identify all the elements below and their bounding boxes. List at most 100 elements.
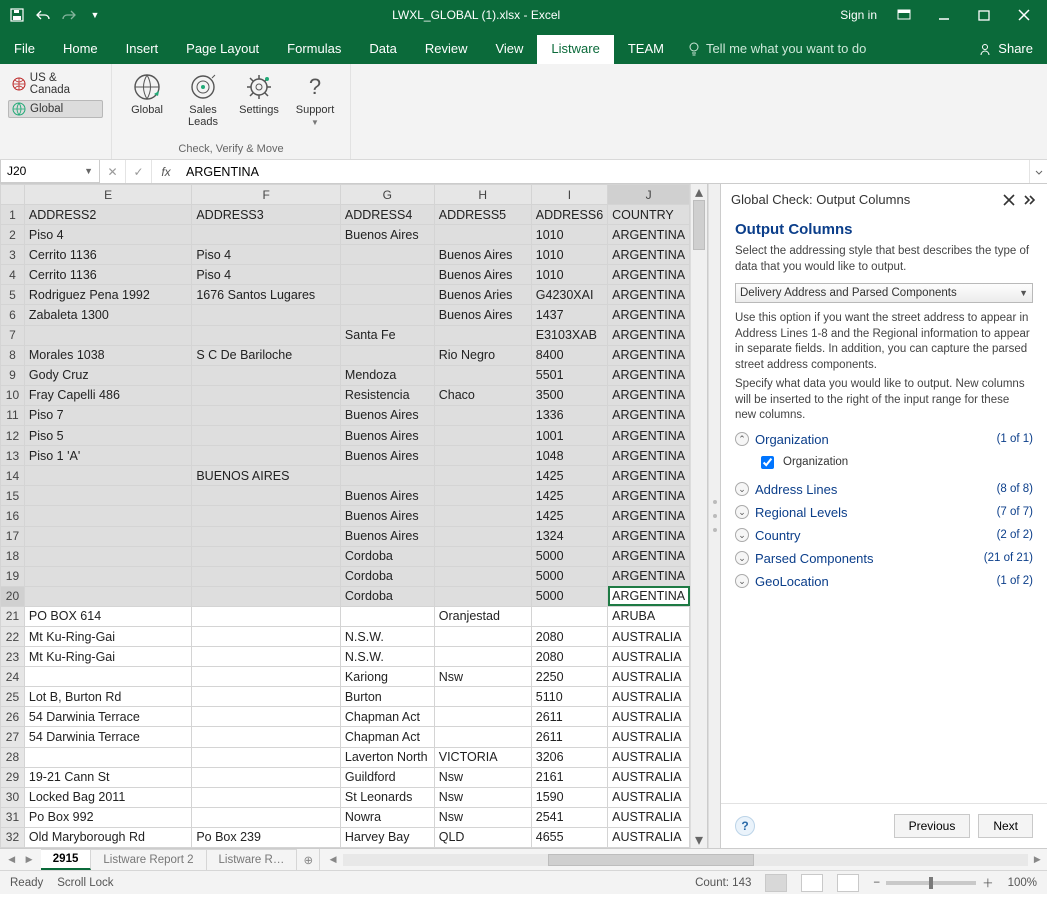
cell[interactable]: 1048 [531, 446, 607, 466]
cell[interactable]: ARGENTINA [608, 385, 690, 405]
cell[interactable] [434, 647, 531, 667]
category-geolocation[interactable]: ⌄GeoLocation(1 of 2) [735, 570, 1033, 593]
tab-review[interactable]: Review [411, 35, 482, 64]
cell[interactable]: 1425 [531, 486, 607, 506]
cell[interactable] [192, 546, 341, 566]
ribbon-display-icon[interactable] [891, 2, 917, 28]
tab-home[interactable]: Home [49, 35, 112, 64]
cell[interactable]: ADDRESS3 [192, 205, 341, 225]
cell[interactable] [192, 626, 341, 646]
cell[interactable] [24, 667, 191, 687]
cell[interactable] [434, 506, 531, 526]
cell[interactable]: AUSTRALIA [608, 647, 690, 667]
cell[interactable]: Zabaleta 1300 [24, 305, 191, 325]
cell[interactable]: VICTORIA [434, 747, 531, 767]
row-header[interactable]: 17 [1, 526, 25, 546]
cell[interactable] [24, 486, 191, 506]
cell[interactable] [434, 225, 531, 245]
cell[interactable]: Buenos Aries [434, 285, 531, 305]
cell[interactable]: Piso 4 [24, 225, 191, 245]
cell[interactable]: E3103XAB [531, 325, 607, 345]
cell[interactable]: Piso 4 [192, 245, 341, 265]
cell[interactable]: Po Box 992 [24, 807, 191, 827]
cell[interactable]: 5501 [531, 365, 607, 385]
cell[interactable]: Buenos Aires [434, 245, 531, 265]
cell[interactable]: AUSTRALIA [608, 767, 690, 787]
cell[interactable]: 1010 [531, 225, 607, 245]
cell[interactable]: Gody Cruz [24, 365, 191, 385]
cell[interactable]: 1425 [531, 506, 607, 526]
maximize-icon[interactable] [971, 2, 997, 28]
cell[interactable]: Harvey Bay [340, 827, 434, 847]
cell[interactable]: G4230XAI [531, 285, 607, 305]
cell[interactable] [192, 667, 341, 687]
cell[interactable] [434, 466, 531, 486]
row-header[interactable]: 26 [1, 707, 25, 727]
cell[interactable]: Piso 4 [192, 265, 341, 285]
redo-icon[interactable] [58, 4, 80, 26]
col-header-J[interactable]: J [608, 185, 690, 205]
cell[interactable]: ADDRESS2 [24, 205, 191, 225]
cell[interactable]: ARGENTINA [608, 365, 690, 385]
cell[interactable]: ARGENTINA [608, 245, 690, 265]
cell[interactable] [24, 546, 191, 566]
cell[interactable]: AUSTRALIA [608, 687, 690, 707]
next-button[interactable]: Next [978, 814, 1033, 838]
cell[interactable]: AUSTRALIA [608, 747, 690, 767]
cell[interactable] [24, 747, 191, 767]
cell[interactable]: 1437 [531, 305, 607, 325]
row-header[interactable]: 4 [1, 265, 25, 285]
cell[interactable]: Buenos Aires [340, 225, 434, 245]
cell[interactable] [434, 727, 531, 747]
row-header[interactable]: 5 [1, 285, 25, 305]
row-header[interactable]: 29 [1, 767, 25, 787]
cell[interactable]: 3206 [531, 747, 607, 767]
cell[interactable] [192, 405, 341, 425]
cell[interactable]: 5000 [531, 586, 607, 606]
formula-input[interactable] [180, 160, 1029, 183]
support-button[interactable]: ? Support▼ [288, 68, 342, 132]
cell[interactable]: 1001 [531, 426, 607, 446]
category-organization[interactable]: ⌃Organization(1 of 1) [735, 428, 1033, 451]
view-page-layout-icon[interactable] [801, 874, 823, 892]
panel-rail[interactable] [708, 184, 720, 848]
enter-formula-icon[interactable]: ✓ [126, 160, 152, 183]
cell[interactable] [192, 325, 341, 345]
cell[interactable] [434, 526, 531, 546]
cell[interactable] [434, 546, 531, 566]
cell[interactable] [192, 305, 341, 325]
cell[interactable]: Cordoba [340, 586, 434, 606]
cell[interactable]: 2611 [531, 707, 607, 727]
cell[interactable]: ARGENTINA [608, 305, 690, 325]
cell[interactable] [192, 225, 341, 245]
cell[interactable] [24, 566, 191, 586]
cell[interactable]: 1010 [531, 245, 607, 265]
expand-icon[interactable]: ⌄ [735, 505, 749, 519]
row-header[interactable]: 28 [1, 747, 25, 767]
expand-icon[interactable]: ⌄ [735, 574, 749, 588]
cell[interactable] [192, 707, 341, 727]
cell[interactable]: Oranjestad [434, 606, 531, 626]
cell[interactable] [340, 305, 434, 325]
row-header[interactable]: 20 [1, 586, 25, 606]
file-menu[interactable]: File [0, 35, 49, 64]
previous-button[interactable]: Previous [894, 814, 971, 838]
cell[interactable]: ADDRESS5 [434, 205, 531, 225]
col-header-I[interactable]: I [531, 185, 607, 205]
cell[interactable]: Fray Capelli 486 [24, 385, 191, 405]
cell[interactable]: ARGENTINA [608, 566, 690, 586]
cell[interactable]: QLD [434, 827, 531, 847]
cell[interactable]: 2161 [531, 767, 607, 787]
cell[interactable]: Chapman Act [340, 727, 434, 747]
vertical-scrollbar[interactable]: ▴ ▾ [690, 184, 707, 848]
row-header[interactable]: 16 [1, 506, 25, 526]
row-header[interactable]: 7 [1, 325, 25, 345]
cell[interactable] [340, 245, 434, 265]
settings-button[interactable]: Settings [232, 68, 286, 132]
row-header[interactable]: 23 [1, 647, 25, 667]
cell[interactable]: Laverton North [340, 747, 434, 767]
cell[interactable]: 2611 [531, 727, 607, 747]
cell[interactable] [434, 446, 531, 466]
zoom-in-icon[interactable]: ＋ [982, 875, 994, 891]
sign-in-link[interactable]: Sign in [840, 8, 877, 22]
